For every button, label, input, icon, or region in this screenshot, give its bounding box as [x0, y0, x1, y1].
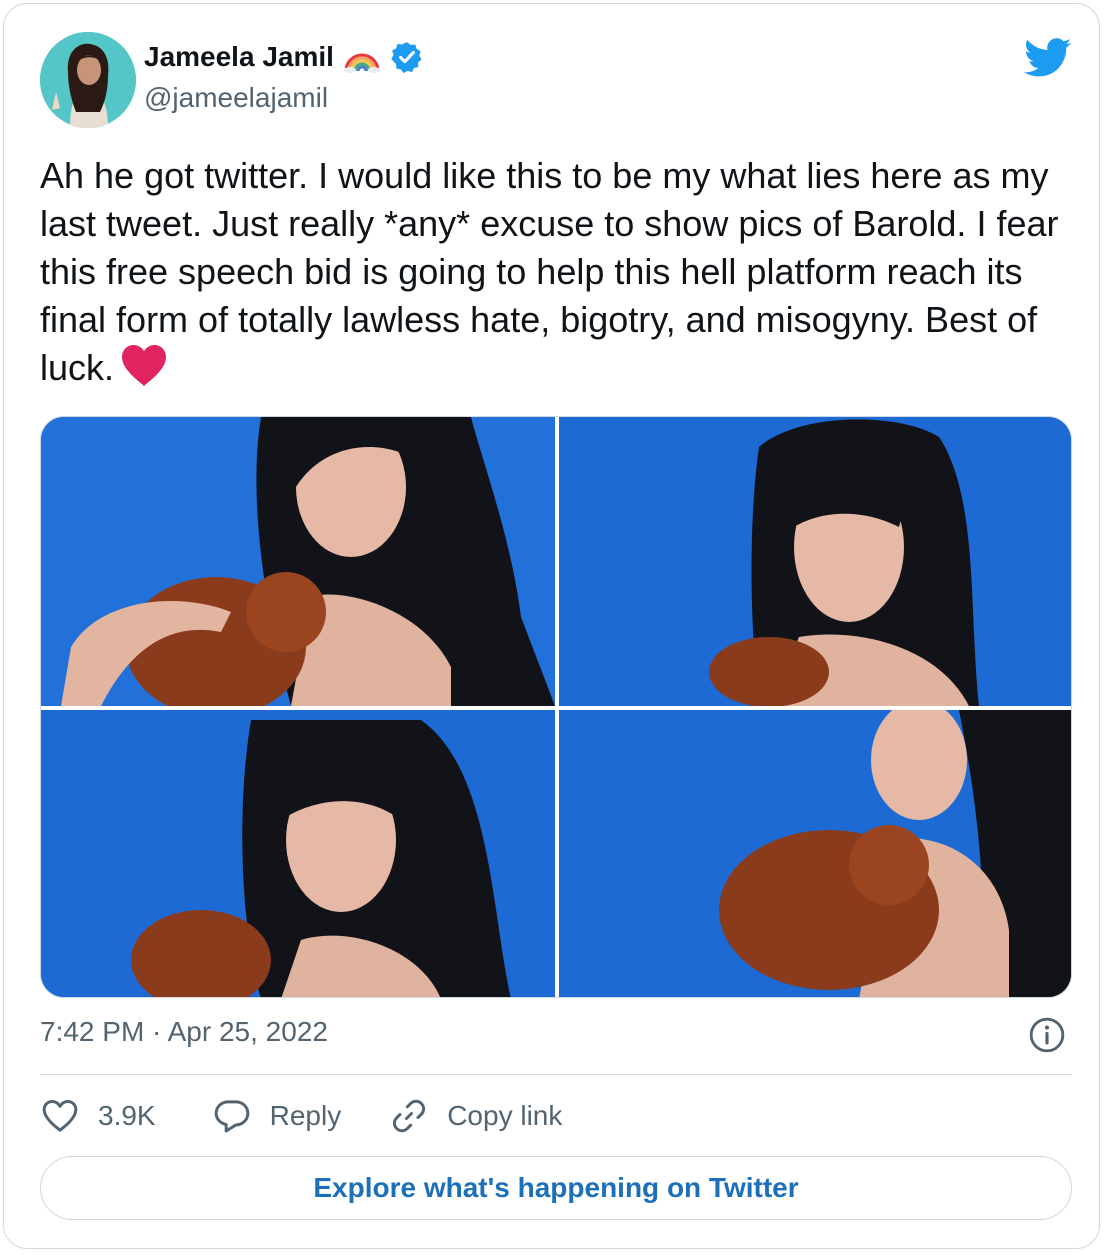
avatar-photo — [40, 32, 136, 128]
divider — [40, 1074, 1072, 1075]
author-name-row: Jameela Jamil — [144, 40, 424, 74]
author-name[interactable]: Jameela Jamil — [144, 41, 334, 73]
photo-3[interactable] — [41, 710, 555, 997]
tweet-body: Ah he got twitter. I would like this to … — [40, 155, 1059, 388]
reply-label: Reply — [269, 1100, 342, 1131]
avatar[interactable] — [40, 32, 136, 128]
tweet-timestamp[interactable]: 7:42 PM · Apr 25, 2022 — [40, 1016, 328, 1048]
copy-link-label: Copy link — [447, 1100, 563, 1131]
tweet-text: Ah he got twitter. I would like this to … — [40, 152, 1080, 398]
verified-badge-icon — [391, 42, 422, 74]
photo-2[interactable] — [559, 417, 1071, 706]
reply-button[interactable]: Reply — [212, 1096, 342, 1136]
reply-bubble-icon — [214, 1100, 249, 1133]
photo-1[interactable] — [41, 417, 555, 706]
explore-label: Explore what's happening on Twitter — [313, 1172, 799, 1203]
tweet-actions: 3.9K Reply Copy link — [40, 1094, 562, 1138]
info-icon[interactable] — [1028, 1016, 1066, 1054]
twitter-bird-icon[interactable] — [1024, 38, 1072, 78]
tweet-card: Jameela Jamil @jameelajamil Ah he got tw… — [3, 3, 1100, 1249]
explore-twitter-button[interactable]: Explore what's happening on Twitter — [40, 1156, 1072, 1220]
rainbow-icon — [343, 53, 380, 73]
heart-emoji-icon — [120, 344, 168, 398]
photo-4[interactable] — [559, 710, 1071, 997]
copy-link-icon — [393, 1099, 426, 1133]
like-button[interactable]: 3.9K — [40, 1096, 156, 1136]
like-count: 3.9K — [98, 1100, 156, 1131]
copy-link-button[interactable]: Copy link — [389, 1096, 562, 1136]
like-heart-icon — [42, 1100, 78, 1132]
author-handle[interactable]: @jameelajamil — [144, 82, 328, 114]
media-grid — [40, 416, 1072, 998]
